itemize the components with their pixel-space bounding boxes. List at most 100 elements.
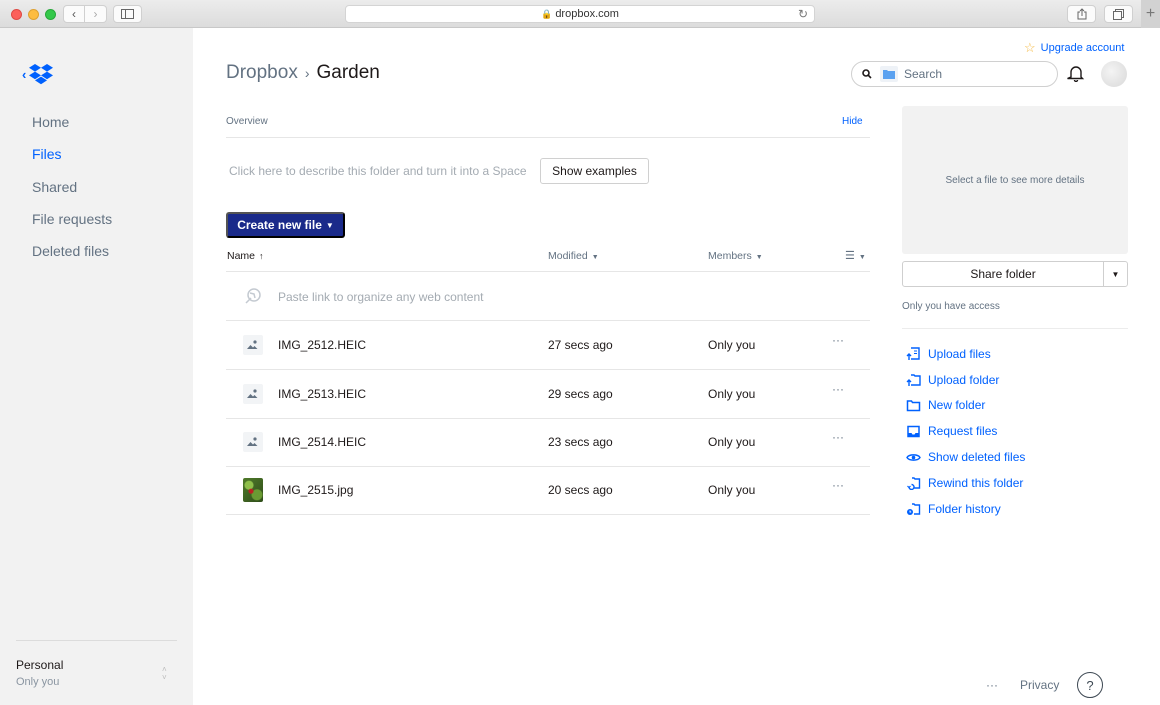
sidebar-item-files[interactable]: Files — [32, 144, 112, 176]
image-file-icon — [243, 335, 263, 355]
sidebar-toggle-button[interactable] — [113, 5, 142, 23]
view-options-button[interactable]: ☰ ▼ — [845, 249, 866, 262]
file-name[interactable]: IMG_2512.HEIC — [278, 338, 366, 352]
details-placeholder: Select a file to see more details — [945, 174, 1085, 186]
file-members: Only you — [708, 338, 756, 352]
caret-down-icon: ▼ — [1111, 269, 1120, 279]
folder-scope-icon[interactable] — [880, 66, 898, 82]
star-icon: ☆ — [1024, 40, 1036, 55]
bell-icon[interactable] — [1067, 64, 1085, 82]
forward-button[interactable]: › — [85, 5, 107, 23]
more-actions-button[interactable]: ··· — [832, 430, 844, 444]
action-label: Rewind this folder — [928, 475, 1024, 490]
more-actions-button[interactable]: ··· — [832, 333, 844, 347]
share-button[interactable] — [1067, 5, 1096, 23]
request-files-action[interactable]: Request files — [906, 418, 1025, 444]
more-actions-button[interactable]: ··· — [832, 478, 844, 492]
divider — [902, 328, 1128, 329]
folder-history-action[interactable]: Folder history — [906, 496, 1025, 522]
file-modified: 27 secs ago — [548, 338, 613, 352]
breadcrumb-root[interactable]: Dropbox — [226, 62, 298, 84]
action-label: Upload files — [928, 346, 991, 361]
sidebar-item-home[interactable]: Home — [32, 112, 112, 144]
share-options-dropdown[interactable]: ▼ — [1103, 262, 1127, 286]
share-folder-button[interactable]: Share folder — [903, 262, 1103, 286]
upload-folder-action[interactable]: Upload folder — [906, 367, 1025, 393]
describe-folder-prompt[interactable]: Click here to describe this folder and t… — [229, 164, 527, 178]
file-name[interactable]: IMG_2515.jpg — [278, 483, 353, 497]
sidebar-item-shared[interactable]: Shared — [32, 177, 112, 209]
tabs-icon — [1113, 8, 1124, 20]
avatar[interactable] — [1101, 61, 1127, 87]
table-row[interactable]: IMG_2515.jpg 20 secs ago Only you ··· — [226, 466, 870, 515]
breadcrumb-separator-icon: › — [304, 65, 310, 81]
sidebar-item-deleted-files[interactable]: Deleted files — [32, 241, 112, 273]
minimize-window-button[interactable] — [28, 9, 39, 20]
chevron-left-icon: ‹ — [72, 7, 76, 21]
search-input[interactable]: Search — [851, 61, 1058, 87]
divider — [226, 137, 870, 138]
dropbox-logo-button[interactable]: ‹ — [22, 64, 54, 85]
close-window-button[interactable] — [11, 9, 22, 20]
footer-more-button[interactable]: ··· — [986, 678, 998, 692]
upload-folder-icon — [906, 374, 921, 387]
help-icon[interactable]: ? — [1077, 672, 1103, 698]
sidebar-icon — [121, 9, 134, 19]
divider — [16, 640, 177, 641]
new-folder-icon — [906, 400, 921, 412]
lock-icon: 🔒 — [541, 8, 553, 19]
file-name[interactable]: IMG_2514.HEIC — [278, 435, 366, 449]
back-button[interactable]: ‹ — [63, 5, 85, 23]
image-file-icon — [243, 432, 263, 452]
sidebar-item-file-requests[interactable]: File requests — [32, 209, 112, 241]
column-header-name[interactable]: Name ↑ — [227, 250, 264, 262]
new-folder-action[interactable]: New folder — [906, 393, 1025, 419]
show-tabs-button[interactable] — [1104, 5, 1133, 23]
privacy-link[interactable]: Privacy — [1020, 678, 1059, 692]
new-tab-button[interactable]: + — [1141, 0, 1160, 28]
rewind-icon — [907, 477, 921, 491]
create-new-file-button[interactable]: Create new file ▼ — [226, 212, 345, 238]
rewind-folder-action[interactable]: Rewind this folder — [906, 470, 1025, 496]
zoom-window-button[interactable] — [45, 9, 56, 20]
column-header-members[interactable]: Members ▼ — [708, 250, 763, 262]
updown-chevron-icon[interactable]: ˄ ˅ — [162, 666, 167, 682]
search-icon — [862, 69, 872, 79]
file-members: Only you — [708, 483, 756, 497]
reload-icon[interactable]: ↻ — [798, 7, 808, 21]
table-row[interactable]: IMG_2512.HEIC 27 secs ago Only you ··· — [226, 321, 870, 370]
column-header-modified[interactable]: Modified ▼ — [548, 250, 599, 262]
address-bar[interactable]: 🔒 dropbox.com ↻ — [345, 5, 815, 23]
file-members: Only you — [708, 387, 756, 401]
file-modified: 23 secs ago — [548, 435, 613, 449]
overview-label: Overview — [226, 116, 268, 127]
share-folder-split-button: Share folder ▼ — [902, 261, 1128, 287]
share-icon — [1077, 8, 1086, 20]
action-label: New folder — [928, 398, 986, 413]
upload-files-action[interactable]: Upload files — [906, 341, 1025, 367]
table-row[interactable]: IMG_2514.HEIC 23 secs ago Only you ··· — [226, 418, 870, 467]
sidebar-nav: Home Files Shared File requests Deleted … — [32, 112, 112, 273]
page-title: Garden — [316, 62, 380, 83]
create-label: Create new file — [237, 218, 322, 232]
hide-overview-link[interactable]: Hide — [842, 116, 863, 127]
url-text: dropbox.com — [555, 8, 619, 20]
account-subtitle: Only you — [16, 676, 60, 688]
table-row[interactable]: IMG_2513.HEIC 29 secs ago Only you ··· — [226, 370, 870, 419]
file-name[interactable]: IMG_2513.HEIC — [278, 387, 366, 401]
caret-down-icon: ▼ — [755, 254, 763, 261]
paste-link-row[interactable]: Paste link to organize any web content — [226, 272, 870, 321]
upgrade-account-link[interactable]: ☆ Upgrade account — [1024, 40, 1124, 56]
dropbox-logo-icon — [29, 64, 54, 85]
upload-files-icon — [906, 347, 920, 361]
file-details-panel: Select a file to see more details — [902, 106, 1128, 254]
show-examples-button[interactable]: Show examples — [540, 158, 649, 184]
history-icon — [907, 503, 921, 516]
link-globe-icon — [243, 286, 263, 306]
more-actions-button[interactable]: ··· — [832, 382, 844, 396]
image-file-icon — [243, 384, 263, 404]
paste-link-placeholder: Paste link to organize any web content — [278, 290, 484, 304]
browser-toolbar: ‹ › 🔒 dropbox.com ↻ + — [0, 0, 1160, 28]
show-deleted-files-action[interactable]: Show deleted files — [906, 444, 1025, 470]
caret-down-icon: ▼ — [591, 254, 599, 261]
